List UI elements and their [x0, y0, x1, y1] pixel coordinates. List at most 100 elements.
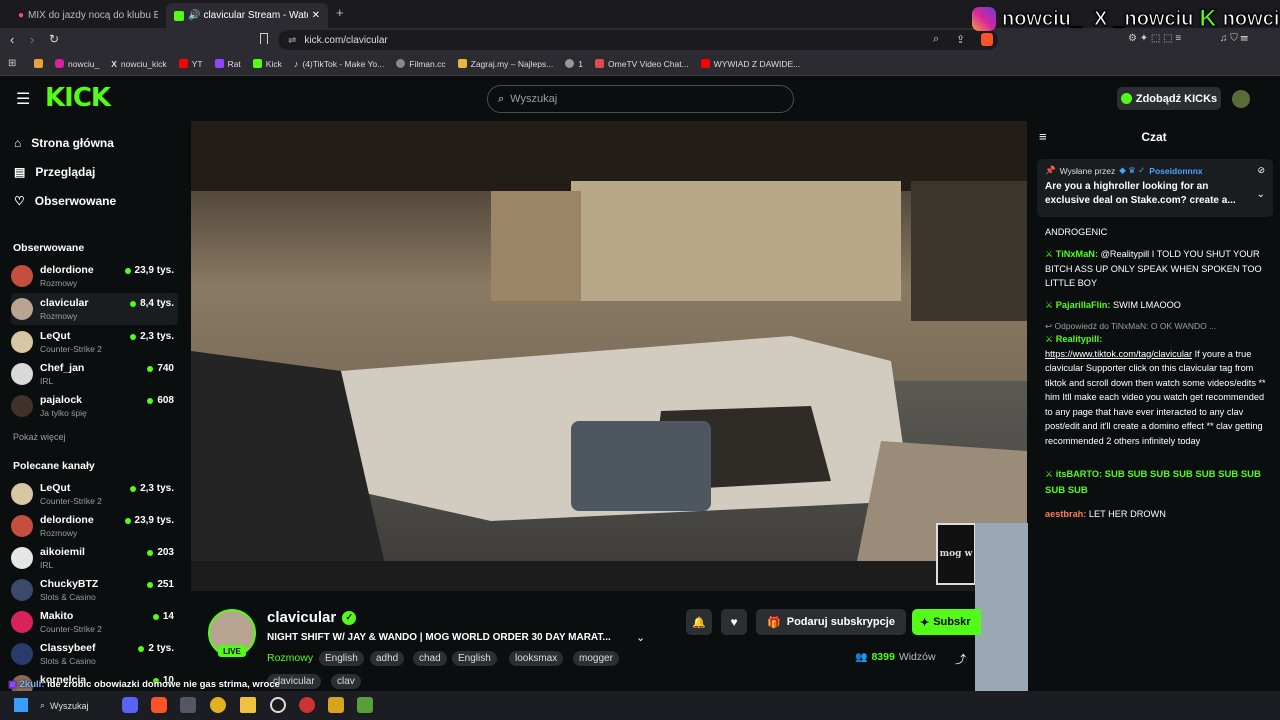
brave-icon[interactable] [151, 697, 167, 713]
video-player[interactable] [191, 121, 1027, 591]
bookmark-item[interactable]: Xnowciu_kick [111, 59, 167, 69]
channel-category: Rozmowy [40, 311, 78, 321]
chat-username[interactable]: TiNxMaN: [1056, 249, 1098, 259]
nav-label: Obserwowane [34, 194, 117, 208]
site-settings-icon[interactable]: ⇌ [288, 35, 296, 46]
menu-icon[interactable]: ☰ [16, 89, 30, 109]
chevron-down-icon[interactable]: ⌄ [1257, 189, 1265, 200]
nav-following[interactable]: ♡ Obserwowane [14, 194, 116, 208]
followed-channel[interactable]: Chef_jan IRL 740 [11, 358, 178, 390]
recommended-channel[interactable]: LeQut Counter-Strike 2 2,3 tys. [11, 478, 178, 510]
windows-start-icon[interactable] [14, 698, 28, 712]
bookmark-icon[interactable] [260, 33, 268, 44]
channel-name: clavicular [40, 297, 89, 309]
get-kicks-button[interactable]: Zdobądź KICKs [1117, 87, 1221, 110]
back-icon[interactable]: ‹ [10, 32, 14, 47]
chat-username[interactable]: itsBARTO: [1056, 469, 1102, 479]
bookmark-item[interactable]: Kick [252, 59, 282, 69]
app-icon[interactable] [357, 697, 373, 713]
share-icon[interactable]: ⇪ [956, 33, 965, 46]
browse-icon: ▤ [14, 165, 26, 179]
bookmark-item[interactable]: WYWIAD Z DAWIDE... [700, 59, 800, 69]
bookmark-item[interactable]: Zagraj.my – Najleps... [457, 59, 553, 69]
bookmark-item[interactable]: ♪ (4)TikTok - Make Yo... [294, 59, 384, 69]
brave-shield-icon[interactable] [981, 33, 993, 46]
reload-icon[interactable]: ↻ [49, 32, 59, 46]
pinned-message[interactable]: 📌 Wysłane przez ◆ ♛ ✓ Poseidonnnx Are yo… [1037, 159, 1273, 217]
chevron-down-icon[interactable]: ⌄ [636, 631, 645, 644]
recommended-channel[interactable]: delordione Rozmowy 23,9 tys. [11, 510, 178, 542]
bookmark-folder[interactable] [34, 59, 43, 68]
taskbar-search[interactable]: ⌕ Wyszukaj [40, 696, 110, 715]
stream-tag[interactable]: mogger [573, 651, 619, 666]
follow-button[interactable]: ♥ [721, 609, 747, 635]
stream-tag[interactable]: English [319, 651, 364, 666]
notification-bell-button[interactable]: 🔔 [686, 609, 712, 635]
chat-message: ⚔ PajarillaFlin: SWIM LMAOOO [1045, 298, 1267, 313]
url-field[interactable]: ⇌ kick.com/clavicular [278, 30, 998, 50]
youtube-icon [700, 59, 710, 68]
bookmark-item[interactable]: OmeTV Video Chat... [595, 59, 689, 69]
recommended-channel[interactable]: Classybeef Slots & Casino 2 tys. [11, 638, 178, 670]
forward-icon[interactable]: › [30, 32, 34, 47]
followed-channel[interactable]: pajalock Ja tylko śpię 608 [11, 390, 178, 422]
recommended-channel[interactable]: ChuckyBTZ Slots & Casino 251 [11, 574, 178, 606]
chat-message: ANDROGENIC [1045, 225, 1267, 240]
stream-tag[interactable]: adhd [370, 651, 405, 666]
stream-tag[interactable]: English [452, 651, 497, 666]
obs-icon[interactable] [270, 697, 286, 713]
bookmark-item[interactable]: Filman.cc [396, 59, 446, 69]
chat-link[interactable]: https://www.tiktok.com/tag/clavicular [1045, 349, 1192, 359]
live-dot [130, 300, 137, 307]
bookmark-item[interactable]: Rat [214, 59, 241, 69]
app-icon[interactable] [328, 697, 344, 713]
followed-channel-active[interactable]: clavicular Rozmowy 8,4 tys. [11, 293, 178, 325]
nav-browse[interactable]: ▤ Przeglądaj [14, 165, 95, 179]
chat-username[interactable]: Realitypill: [1056, 334, 1102, 344]
extensions-icon[interactable]: ⚙ ✦ ⬚ ⬚ ≡ [1128, 33, 1181, 44]
file-explorer-icon[interactable] [240, 697, 256, 713]
stream-tag[interactable]: clav [331, 674, 361, 689]
followed-channel[interactable]: delordione Rozmowy 23,9 tys. [11, 260, 178, 292]
app-icon[interactable] [299, 697, 315, 713]
search-input[interactable]: ⌕ Wyszukaj [487, 85, 794, 113]
chat-username[interactable]: aestbrah: [1045, 509, 1086, 519]
discord-icon[interactable] [122, 697, 138, 713]
chat-username[interactable]: PajarillaFlin: [1056, 300, 1111, 310]
kick-logo[interactable]: KICK [45, 83, 111, 113]
nav-home[interactable]: ⌂ Strona główna [14, 136, 114, 150]
share-icon[interactable]: ⤴ [955, 651, 966, 667]
followed-channel[interactable]: LeQut Counter-Strike 2 2,3 tys. [11, 326, 178, 358]
channel-name[interactable]: clavicular [267, 609, 336, 626]
recommended-channel[interactable]: aikoiemil IRL 203 [11, 542, 178, 574]
channel-name: LeQut [40, 482, 71, 494]
channel-name: delordione [40, 514, 94, 526]
viewer-count: 2,3 tys. [130, 483, 174, 494]
tab-kick[interactable]: 🔊 clavicular Stream - Watch Live ✕ [166, 3, 328, 28]
stream-tag[interactable]: chad [413, 651, 447, 666]
mog-world-logo: mog w [936, 523, 976, 585]
stream-category[interactable]: Rozmowy [267, 652, 313, 664]
bookmark-item[interactable]: YT [178, 59, 203, 69]
new-tab-button[interactable]: + [336, 5, 344, 20]
close-tab-icon[interactable]: ✕ [312, 10, 320, 21]
tab-youtube[interactable]: ● MIX do jazdy nocą do klubu E [6, 3, 158, 28]
user-avatar[interactable] [1232, 90, 1250, 108]
bookmark-item[interactable]: nowciu_ [55, 59, 99, 69]
recommended-channel[interactable]: Makito Counter-Strike 2 14 [11, 606, 178, 638]
search-icon: ⌕ [498, 92, 505, 105]
live-dot [130, 333, 137, 340]
show-more-link[interactable]: Pokaż więcej [13, 432, 66, 442]
bookmark-label: nowciu_kick [120, 58, 167, 69]
app-icon[interactable] [180, 697, 196, 713]
subscribe-button[interactable]: ✦ Subskr [912, 609, 981, 635]
apps-grid-icon[interactable]: ⊞ [8, 58, 16, 69]
bookmark-item[interactable]: 1 [565, 59, 583, 69]
gift-subs-button[interactable]: 🎁 Podaruj subskrypcje [756, 609, 906, 635]
unpin-icon[interactable]: ⊘ [1257, 165, 1265, 176]
viewers-icon: 👥 [855, 651, 868, 663]
media-icon[interactable]: ♫ ⛉ ☰ [1220, 33, 1248, 44]
zoom-icon[interactable]: ⌕ [933, 33, 939, 46]
chrome-icon[interactable] [210, 697, 226, 713]
stream-tag[interactable]: looksmax [509, 651, 564, 666]
